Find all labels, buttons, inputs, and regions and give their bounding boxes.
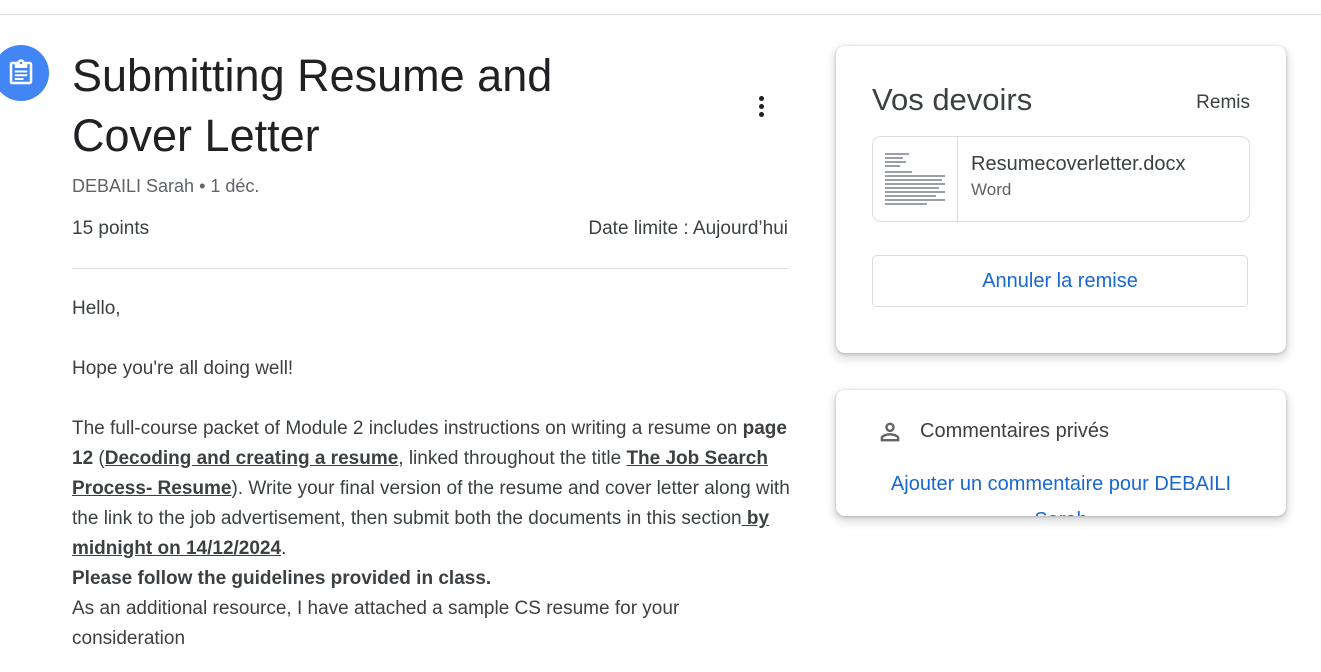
private-comments-title: Commentaires privés	[920, 420, 1109, 442]
person-icon	[880, 422, 900, 442]
attachment-card[interactable]: Resumecoverletter.docx Word	[872, 136, 1250, 222]
more-vert-icon[interactable]	[745, 90, 777, 122]
assignment-icon	[0, 45, 49, 101]
top-divider	[0, 14, 1321, 15]
your-work-card: Vos devoirs Remis Resumecoverletter.docx…	[836, 46, 1286, 353]
header-divider	[72, 268, 789, 269]
assignment-points: 15 points	[72, 218, 150, 239]
attachment-type: Word	[971, 180, 1012, 199]
description-paragraph: The full-course packet of Module 2 inclu…	[72, 418, 790, 559]
guidelines-note: Please follow the guidelines provided in…	[72, 568, 492, 589]
add-private-comment-link[interactable]: Ajouter un commentaire pour DEBAILI Sara…	[866, 466, 1256, 516]
description-greeting: Hello,	[72, 298, 121, 319]
due-date: Date limite : Aujourd’hui	[588, 218, 788, 239]
submission-status: Remis	[1196, 92, 1250, 113]
additional-resource-note: As an additional resource, I have attach…	[72, 598, 680, 649]
private-comments-card: Commentaires privés Ajouter un commentai…	[836, 390, 1286, 516]
assignment-title: Submitting Resume and Cover Letter	[72, 50, 553, 161]
your-work-title: Vos devoirs	[872, 82, 1033, 117]
attachment-name: Resumecoverletter.docx	[971, 153, 1186, 175]
document-thumbnail	[873, 137, 958, 221]
resume-link[interactable]: Decoding and creating a resume	[105, 448, 399, 469]
assignment-description: Hello, Hope you're all doing well! The f…	[72, 294, 792, 654]
unsubmit-button[interactable]: Annuler la remise	[872, 255, 1248, 307]
assignment-meta: DEBAILI Sarah • 1 déc.	[72, 176, 260, 196]
description-line: Hope you're all doing well!	[72, 358, 294, 379]
